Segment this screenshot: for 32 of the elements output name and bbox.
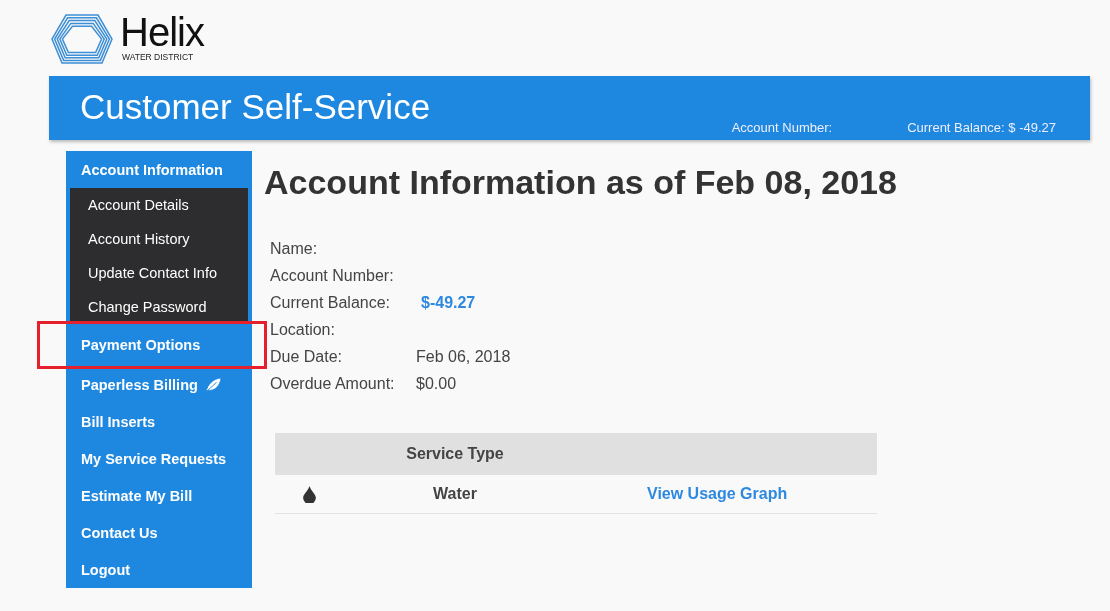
detail-value: $0.00 (416, 375, 458, 393)
nav-item[interactable]: My Service Requests (66, 440, 252, 477)
current-balance: Current Balance: $ -49.27 (907, 120, 1056, 135)
nav-item[interactable]: Contact Us (66, 514, 252, 551)
detail-label: Overdue Amount: (270, 375, 396, 393)
detail-label: Location: (270, 321, 336, 339)
nav-subitem[interactable]: Update Contact Info (70, 256, 248, 290)
nav-subitem[interactable]: Account History (70, 222, 248, 256)
nav-item[interactable]: Logout (66, 551, 252, 588)
detail-value: $-49.27 (421, 294, 477, 312)
detail-label: Due Date: (270, 348, 344, 366)
account-number-label: Account Number: (731, 120, 833, 135)
detail-value: Feb 06, 2018 (416, 348, 512, 366)
nav-item[interactable]: Bill Inserts (66, 403, 252, 440)
water-drop-icon (302, 485, 316, 503)
logo-name: Helix (120, 12, 204, 52)
nav-item[interactable]: Paperless Billing (66, 366, 252, 403)
leaf-icon (203, 376, 222, 393)
table-cell-text: Water (432, 485, 478, 503)
column-header: Service Type (405, 445, 505, 463)
usage-graph-link[interactable]: View Usage Graph (565, 485, 877, 503)
logo-tagline: WATER DISTRICT (122, 52, 195, 62)
page-title: Account Information as of Feb 08, 2018 (264, 163, 897, 202)
nav-item[interactable]: Estimate My Bill (66, 477, 252, 514)
detail-label: Current Balance: (270, 294, 392, 312)
logo-icon (50, 13, 114, 65)
nav-subitem[interactable]: Change Password (70, 290, 248, 324)
detail-label: Name: (270, 240, 319, 258)
nav-subitem[interactable]: Account Details (70, 188, 248, 222)
detail-label: Account Number: (270, 267, 395, 285)
nav-item[interactable]: Payment Options (40, 324, 264, 366)
site-title: Customer Self-Service (79, 87, 431, 127)
